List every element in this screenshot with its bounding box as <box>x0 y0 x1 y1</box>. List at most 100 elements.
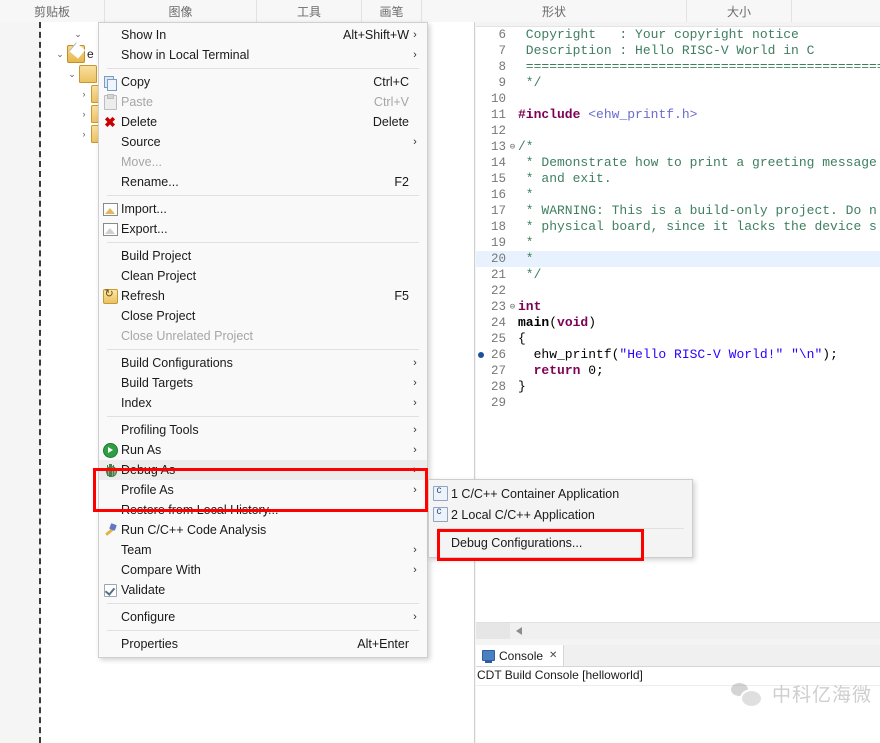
tree-item-label: e <box>87 47 94 61</box>
tab-console[interactable]: Console ✕ <box>476 645 565 666</box>
menu-item-run-as[interactable]: Run As › <box>99 440 427 460</box>
menu-item-export[interactable]: Export... <box>99 219 427 239</box>
menu-item-refresh[interactable]: Refresh F5 <box>99 286 427 306</box>
menu-item-compare-with[interactable]: Compare With › <box>99 560 427 580</box>
menu-item-clean-project[interactable]: Clean Project <box>99 266 427 286</box>
chevron-down-icon[interactable]: ⌄ <box>65 69 79 80</box>
code-line[interactable]: 27 return 0; <box>476 363 880 379</box>
fold-empty <box>507 395 518 411</box>
ribbon-group-图像[interactable]: 图像 <box>105 0 257 22</box>
code-line[interactable]: 23 ⊖ int <box>476 299 880 315</box>
code-line[interactable]: 6 Copyright : Your copyright notice <box>476 27 880 43</box>
menu-item-debug-as[interactable]: Debug As › <box>99 460 427 480</box>
menu-item-2-local-c-c-application[interactable]: 2 Local C/C++ Application <box>429 504 692 525</box>
code-lines[interactable]: 6 Copyright : Your copyright notice 7 Des… <box>476 27 880 411</box>
line-number: 12 <box>490 124 506 138</box>
code-line[interactable]: 26 ehw_printf("Hello RISC-V World!" "\n"… <box>476 347 880 363</box>
code-line[interactable]: 18 * physical board, since it lacks the … <box>476 219 880 235</box>
chevron-right-icon[interactable]: › <box>77 129 91 139</box>
scroll-left-arrow-icon[interactable] <box>516 627 522 635</box>
menu-item-configure[interactable]: Configure › <box>99 607 427 627</box>
c-app-icon <box>429 506 451 522</box>
code-line[interactable]: 19 * <box>476 235 880 251</box>
menu-item-rename[interactable]: Rename... F2 <box>99 172 427 192</box>
menu-item-1-c-c-container-application[interactable]: 1 C/C++ Container Application <box>429 483 692 504</box>
menu-item-validate[interactable]: Validate <box>99 580 427 600</box>
line-number: 28 <box>490 380 506 394</box>
scrollbar-track[interactable] <box>476 623 510 639</box>
console-icon <box>482 650 495 663</box>
menu-item-build-targets[interactable]: Build Targets › <box>99 373 427 393</box>
code-line[interactable]: 11 #include <ehw_printf.h> <box>476 107 880 123</box>
code-line[interactable]: 25 { <box>476 331 880 347</box>
code-line[interactable]: 21 */ <box>476 267 880 283</box>
code-text: */ <box>518 75 542 90</box>
chevron-right-icon[interactable]: › <box>77 89 91 99</box>
c-app-icon <box>432 506 448 522</box>
menu-item-profile-as[interactable]: Profile As › <box>99 480 427 500</box>
menu-item-debug-configurations[interactable]: Debug Configurations... <box>429 532 692 553</box>
menu-item-team[interactable]: Team › <box>99 540 427 560</box>
menu-item-copy[interactable]: Copy Ctrl+C <box>99 72 427 92</box>
menu-item-delete[interactable]: ✖ Delete Delete <box>99 112 427 132</box>
debug-as-submenu[interactable]: 1 C/C++ Container Application 2 Local C/C… <box>428 479 693 558</box>
fold-collapse-icon[interactable]: ⊖ <box>507 299 518 315</box>
ribbon-group-工具[interactable]: 工具 <box>257 0 362 22</box>
ribbon-group-大小[interactable]: 大小 <box>687 0 792 22</box>
menu-item-show-in-local-terminal[interactable]: Show in Local Terminal › <box>99 45 427 65</box>
code-line[interactable]: 10 <box>476 91 880 107</box>
code-line[interactable]: 29 <box>476 395 880 411</box>
code-line[interactable]: 15 * and exit. <box>476 171 880 187</box>
menu-item-index[interactable]: Index › <box>99 393 427 413</box>
menu-item-label: Import... <box>121 202 167 216</box>
code-line[interactable]: 12 <box>476 123 880 139</box>
code-line[interactable]: 9 */ <box>476 75 880 91</box>
menu-item-import[interactable]: Import... <box>99 199 427 219</box>
checkbox-checked-icon <box>103 583 117 597</box>
chevron-down-icon[interactable]: ⌄ <box>71 29 85 40</box>
menu-item-shortcut: Ctrl+C <box>373 75 409 89</box>
code-line[interactable]: 22 <box>476 283 880 299</box>
ribbon-group-剪贴板[interactable]: 剪贴板 <box>0 0 105 22</box>
code-line[interactable]: 28} <box>476 379 880 395</box>
chevron-down-icon[interactable]: ⌄ <box>53 49 67 60</box>
menu-item-properties[interactable]: Properties Alt+Enter <box>99 634 427 654</box>
menu-item-restore-from-local-history[interactable]: Restore from Local History... <box>99 500 427 520</box>
fold-collapse-icon[interactable]: ⊖ <box>507 139 518 155</box>
code-line[interactable]: 13 ⊖/* <box>476 139 880 155</box>
menu-item-close-project[interactable]: Close Project <box>99 306 427 326</box>
code-line[interactable]: 16 * <box>476 187 880 203</box>
chevron-right-icon[interactable]: › <box>77 109 91 119</box>
code-line[interactable]: 14 * Demonstrate how to print a greeting… <box>476 155 880 171</box>
code-line[interactable]: 20 * <box>476 251 880 267</box>
menu-item-build-configurations[interactable]: Build Configurations › <box>99 353 427 373</box>
console-tab-bar: Console ✕ <box>476 645 880 667</box>
context-menu[interactable]: Show In Alt+Shift+W › Show in Local Termina… <box>98 22 428 658</box>
editor-horizontal-scrollbar[interactable] <box>476 622 880 639</box>
menu-item-label: Profiling Tools <box>121 423 199 437</box>
ribbon-group-empty[interactable] <box>792 0 880 22</box>
menu-item-label: Delete <box>121 115 158 129</box>
folder-icon <box>79 65 97 83</box>
code-line[interactable]: 17 * WARNING: This is a build-only proje… <box>476 203 880 219</box>
code-line[interactable]: 8 ======================================… <box>476 59 880 75</box>
menu-item-show-in[interactable]: Show In Alt+Shift+W › <box>99 25 427 45</box>
fold-empty <box>507 187 518 203</box>
ribbon-group-label: 画笔 <box>379 4 404 19</box>
code-analysis-icon <box>104 524 117 537</box>
ribbon-group-画笔[interactable]: 画笔 <box>362 0 422 22</box>
code-line[interactable]: 7 Description : Hello RISC-V World in C <box>476 43 880 59</box>
code-text: { <box>518 331 526 346</box>
console-output[interactable] <box>476 685 880 743</box>
menu-item-run-c-c-code-analysis[interactable]: Run C/C++ Code Analysis <box>99 520 427 540</box>
menu-item-source[interactable]: Source › <box>99 132 427 152</box>
menu-item-profiling-tools[interactable]: Profiling Tools › <box>99 420 427 440</box>
menu-item-label: Configure <box>121 610 176 624</box>
breakpoint-icon[interactable] <box>478 352 484 358</box>
menu-item-build-project[interactable]: Build Project <box>99 246 427 266</box>
export-icon <box>102 222 118 236</box>
line-number: 16 <box>490 188 506 202</box>
code-line[interactable]: 24 main(void) <box>476 315 880 331</box>
ribbon-group-形状[interactable]: 形状 <box>422 0 687 22</box>
close-icon[interactable]: ✕ <box>549 650 557 661</box>
